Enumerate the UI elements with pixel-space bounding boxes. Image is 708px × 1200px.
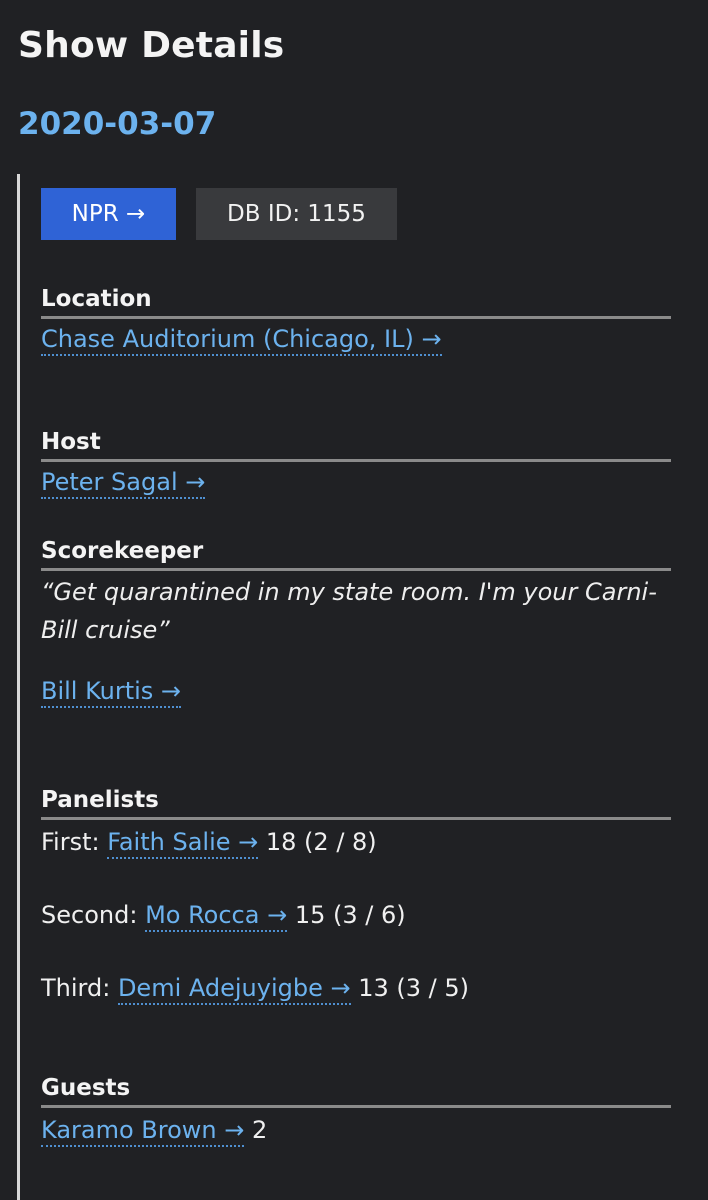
scorekeeper-quote-line-2: Bill cruise”	[41, 616, 170, 644]
db-id-badge: DB ID: 1155	[196, 188, 397, 240]
scorekeeper-link[interactable]: Bill Kurtis →	[41, 677, 182, 708]
scorekeeper-section: Scorekeeper “Get quarantined in my state…	[41, 536, 671, 708]
panelists-heading: Panelists	[41, 785, 671, 820]
location-heading: Location	[41, 284, 671, 319]
panelist-row: First: Faith Salie → 18 (2 / 8)	[41, 826, 671, 859]
panelist-score: 18 (2 / 8)	[265, 828, 377, 856]
panelist-score: 15 (3 / 6)	[294, 901, 406, 929]
panelist-link[interactable]: Demi Adejuyigbe →	[117, 974, 351, 1005]
npr-button[interactable]: NPR →	[41, 188, 176, 240]
host-link[interactable]: Peter Sagal →	[41, 468, 206, 499]
panelist-row: Third: Demi Adejuyigbe → 13 (3 / 5)	[41, 972, 671, 1005]
panelist-position: First:	[41, 828, 100, 856]
show-details-panel: NPR → DB ID: 1155 Location Chase Auditor…	[17, 174, 680, 1200]
panelist-row: Second: Mo Rocca → 15 (3 / 6)	[41, 899, 671, 932]
panelist-score: 13 (3 / 5)	[358, 974, 470, 1002]
location-section: Location Chase Auditorium (Chicago, IL) …	[41, 284, 671, 356]
scorekeeper-quote-line-1: “Get quarantined in my state room. I'm y…	[41, 578, 657, 606]
panelist-link[interactable]: Faith Salie →	[107, 828, 259, 859]
guest-row: Karamo Brown → 2	[41, 1114, 671, 1147]
guests-heading: Guests	[41, 1073, 671, 1108]
scorekeeper-quote: “Get quarantined in my state room. I'm y…	[41, 573, 671, 649]
panelists-section: Panelists First: Faith Salie → 18 (2 / 8…	[41, 785, 671, 1005]
host-line: Peter Sagal →	[41, 466, 671, 499]
panelist-position: Second:	[41, 901, 138, 929]
guests-section: Guests Karamo Brown → 2	[41, 1073, 671, 1147]
location-link[interactable]: Chase Auditorium (Chicago, IL) →	[41, 325, 442, 356]
page-title: Show Details	[18, 25, 285, 66]
action-row: NPR → DB ID: 1155	[41, 188, 397, 240]
scorekeeper-heading: Scorekeeper	[41, 536, 671, 571]
panelist-position: Third:	[41, 974, 111, 1002]
scorekeeper-line: Bill Kurtis →	[41, 675, 671, 708]
show-date-link[interactable]: 2020-03-07	[18, 104, 216, 144]
host-section: Host Peter Sagal →	[41, 427, 671, 499]
host-heading: Host	[41, 427, 671, 462]
panelist-link[interactable]: Mo Rocca →	[145, 901, 288, 932]
guest-link[interactable]: Karamo Brown →	[41, 1116, 245, 1147]
location-line: Chase Auditorium (Chicago, IL) →	[41, 323, 671, 356]
guest-score: 2	[252, 1116, 268, 1144]
